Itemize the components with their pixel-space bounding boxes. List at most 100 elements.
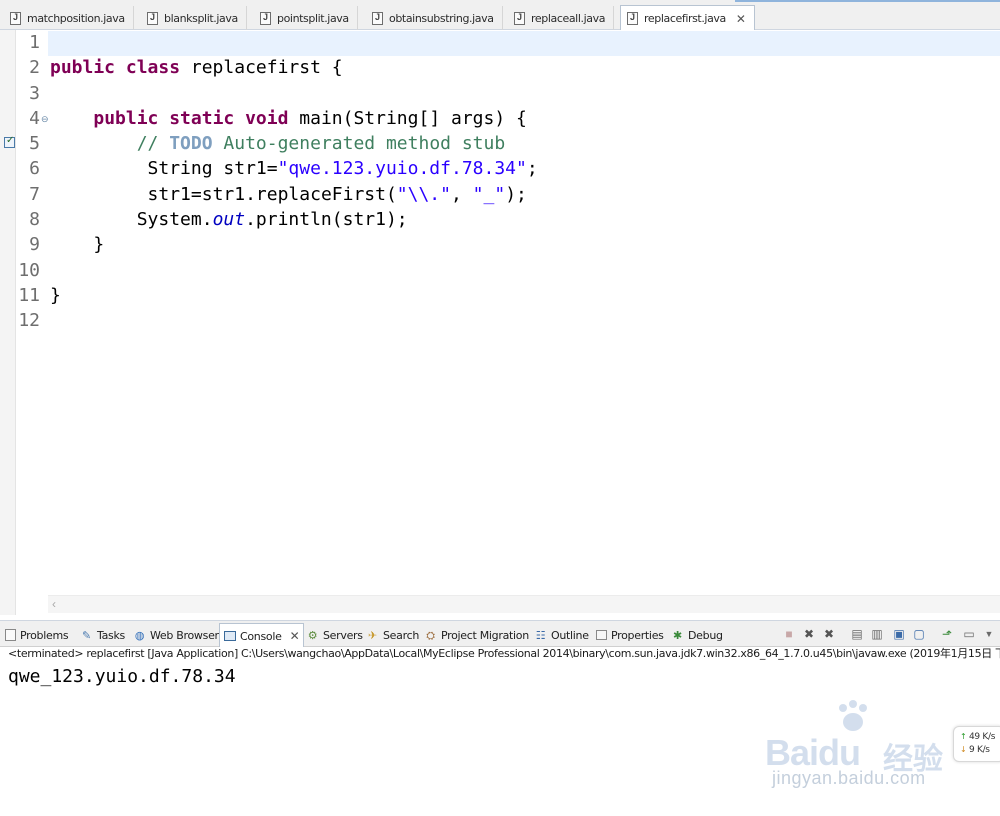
tab-tasks[interactable]: ✎ Tasks xyxy=(80,624,125,646)
line-number: 9 xyxy=(29,234,40,256)
view-menu-icon[interactable]: ▼ xyxy=(982,627,996,641)
view-tab-label: Project Migration xyxy=(441,628,529,642)
code-text[interactable]: public class replacefirst { public stati… xyxy=(50,30,538,334)
view-tab-label: Web Browser xyxy=(150,628,219,642)
tab-replacefirst[interactable]: replacefirst.java ✕ xyxy=(620,5,755,31)
tab-properties[interactable]: Properties xyxy=(596,624,664,646)
view-tab-label: Problems xyxy=(20,628,69,642)
java-file-icon xyxy=(10,11,21,25)
line-number: 10 xyxy=(18,259,40,281)
code-token: } xyxy=(93,234,105,256)
pin-console-icon[interactable]: ▣ xyxy=(892,627,906,641)
close-icon[interactable]: ✕ xyxy=(736,12,746,26)
download-speed: ↓ 9 K/s xyxy=(960,744,990,756)
tab-servers[interactable]: ⚙ Servers xyxy=(306,624,363,646)
network-speed-widget[interactable]: ↑ 49 K/s ↓ 9 K/s xyxy=(953,726,1000,762)
code-token: System. xyxy=(136,209,213,231)
tab-label: blanksplit.java xyxy=(164,11,238,25)
remove-launch-icon[interactable]: ✖ xyxy=(802,627,816,641)
editor-tab-bar: matchposition.java blanksplit.java point… xyxy=(0,0,1000,31)
code-token: str1=str1.replaceFirst( xyxy=(147,183,397,205)
comment: Auto-generated method stub xyxy=(212,133,506,155)
tab-debug[interactable]: ✱ Debug xyxy=(671,624,723,646)
tab-blanksplit[interactable]: blanksplit.java xyxy=(141,6,247,30)
close-icon[interactable]: ✕ xyxy=(290,629,300,643)
show-console-icon[interactable]: ▢ xyxy=(912,627,926,641)
view-tab-label: Properties xyxy=(611,628,664,642)
code-token: , xyxy=(450,183,473,205)
servers-icon: ⚙ xyxy=(307,628,318,642)
string-literal: "_" xyxy=(472,183,506,205)
fold-collapse-icon[interactable]: ⊖ xyxy=(41,114,49,125)
tab-obtainsubstring[interactable]: obtainsubstring.java xyxy=(366,6,503,30)
comment: // xyxy=(136,133,170,155)
annotation-ruler xyxy=(0,30,16,615)
clear-console-icon[interactable]: ▤ xyxy=(850,627,864,641)
open-console-icon[interactable]: ⬏ xyxy=(940,627,954,641)
code-line-2: public class replacefirst { xyxy=(50,55,538,80)
console-output[interactable]: qwe_123.yuio.df.78.34 xyxy=(8,666,236,687)
code-token: ); xyxy=(505,183,527,205)
line-number: 7 xyxy=(29,183,40,205)
java-file-icon xyxy=(514,11,525,25)
horizontal-scrollbar[interactable]: ‹ xyxy=(48,595,1000,613)
line-number: 1 xyxy=(29,32,40,53)
remove-all-launches-icon[interactable]: ✖ xyxy=(822,627,836,641)
view-tab-label: Tasks xyxy=(97,628,125,642)
tab-label: replacefirst.java xyxy=(644,12,726,25)
java-file-icon xyxy=(372,11,383,25)
terminate-icon[interactable]: ■ xyxy=(782,627,796,641)
scroll-left-icon[interactable]: ‹ xyxy=(52,597,56,611)
code-token: ; xyxy=(526,158,538,180)
tab-problems[interactable]: Problems xyxy=(5,624,69,646)
task-marker-icon[interactable] xyxy=(4,135,15,148)
code-editor[interactable]: 1 2 3 4 5 6 7 8 9 10 11 12 ⊖ public clas… xyxy=(0,30,1000,615)
code-line-5: // TODO Auto-generated method stub xyxy=(50,131,538,156)
view-tab-label: Servers xyxy=(323,628,363,642)
view-tab-label: Console xyxy=(240,629,282,643)
tab-web-browser[interactable]: ◍ Web Browser xyxy=(133,624,219,646)
download-value: 9 xyxy=(968,745,975,755)
migration-icon: ⛭ xyxy=(426,628,435,642)
upload-value: 49 xyxy=(968,732,980,742)
tab-label: replaceall.java xyxy=(531,11,606,25)
tab-matchposition[interactable]: matchposition.java xyxy=(4,6,134,30)
properties-icon xyxy=(596,630,607,640)
tab-label: obtainsubstring.java xyxy=(389,11,494,25)
tab-replaceall[interactable]: replaceall.java xyxy=(508,6,615,30)
upload-unit: K/s xyxy=(982,732,996,742)
code-line-11: } xyxy=(50,283,538,308)
display-console-icon[interactable]: ▭ xyxy=(962,627,976,641)
globe-icon: ◍ xyxy=(134,628,145,642)
todo-tag: TODO xyxy=(169,133,213,155)
java-file-icon xyxy=(260,11,271,25)
code-token: main(String[] args) { xyxy=(288,107,527,129)
console-launch-info: <terminated> replacefirst [Java Applicat… xyxy=(8,647,1000,660)
view-tab-bar: Problems ✎ Tasks ◍ Web Browser Console ✕… xyxy=(0,620,1000,648)
tab-console[interactable]: Console ✕ xyxy=(219,623,305,648)
line-number: 12 xyxy=(18,310,40,332)
scroll-lock-icon[interactable]: ▥ xyxy=(870,627,884,641)
download-arrow-icon: ↓ xyxy=(960,745,967,754)
tab-outline[interactable]: ☷ Outline xyxy=(534,624,589,646)
line-number-gutter: 1 2 3 4 5 6 7 8 9 10 11 12 xyxy=(16,30,48,334)
upload-arrow-icon: ↑ xyxy=(960,732,967,741)
search-icon: ✈ xyxy=(368,628,377,642)
view-tab-label: Search xyxy=(383,628,419,642)
code-token: String str1= xyxy=(147,158,278,180)
line-number: 2 xyxy=(29,57,40,79)
line-number: 3 xyxy=(29,82,40,104)
string-literal: "qwe.123.yuio.df.78.34" xyxy=(277,158,527,180)
code-line-6: String str1="qwe.123.yuio.df.78.34"; xyxy=(50,156,538,181)
tab-project-migration[interactable]: ⛭ Project Migration xyxy=(424,624,529,646)
tab-bar-accent-line xyxy=(735,0,1000,2)
java-file-icon xyxy=(627,12,638,25)
tab-search[interactable]: ✈ Search xyxy=(366,624,419,646)
console-icon xyxy=(224,631,236,641)
tab-pointsplit[interactable]: pointsplit.java xyxy=(254,6,358,30)
debug-icon: ✱ xyxy=(673,628,682,642)
paw-logo-icon xyxy=(839,700,867,731)
